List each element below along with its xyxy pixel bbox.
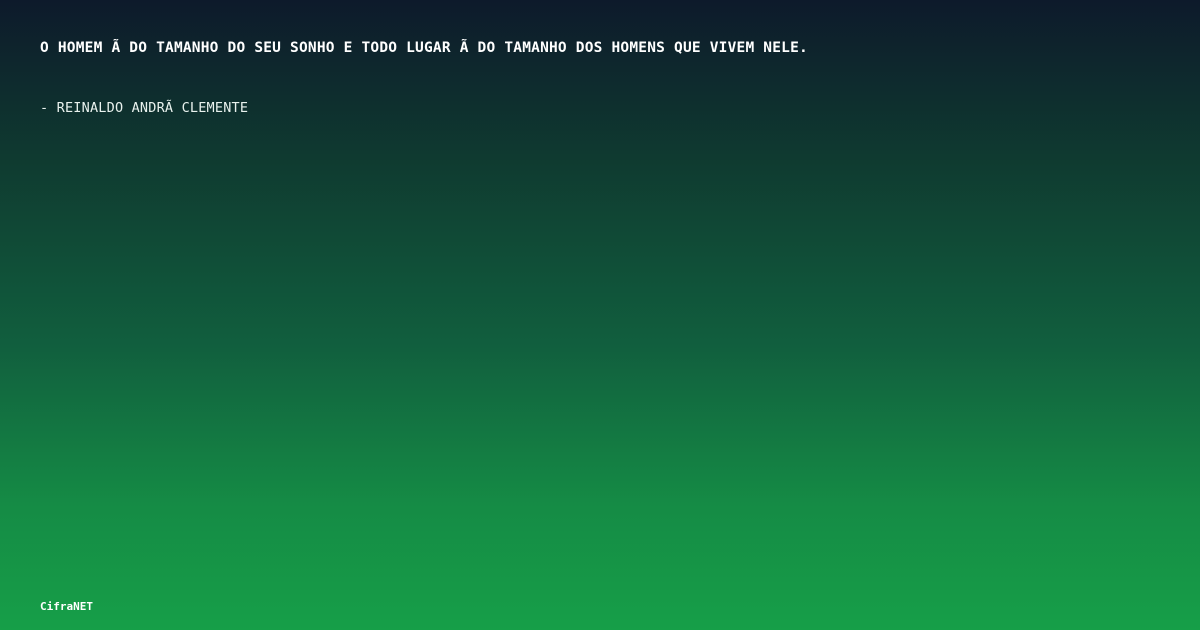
- brand-logo: CifraNET: [40, 600, 93, 613]
- quote-author: - REINALDO ANDRÃ CLEMENTE: [40, 100, 249, 116]
- quote-text: O HOMEM Ã DO TAMANHO DO SEU SONHO E TODO…: [40, 40, 808, 56]
- quote-card: O HOMEM Ã DO TAMANHO DO SEU SONHO E TODO…: [0, 0, 1200, 630]
